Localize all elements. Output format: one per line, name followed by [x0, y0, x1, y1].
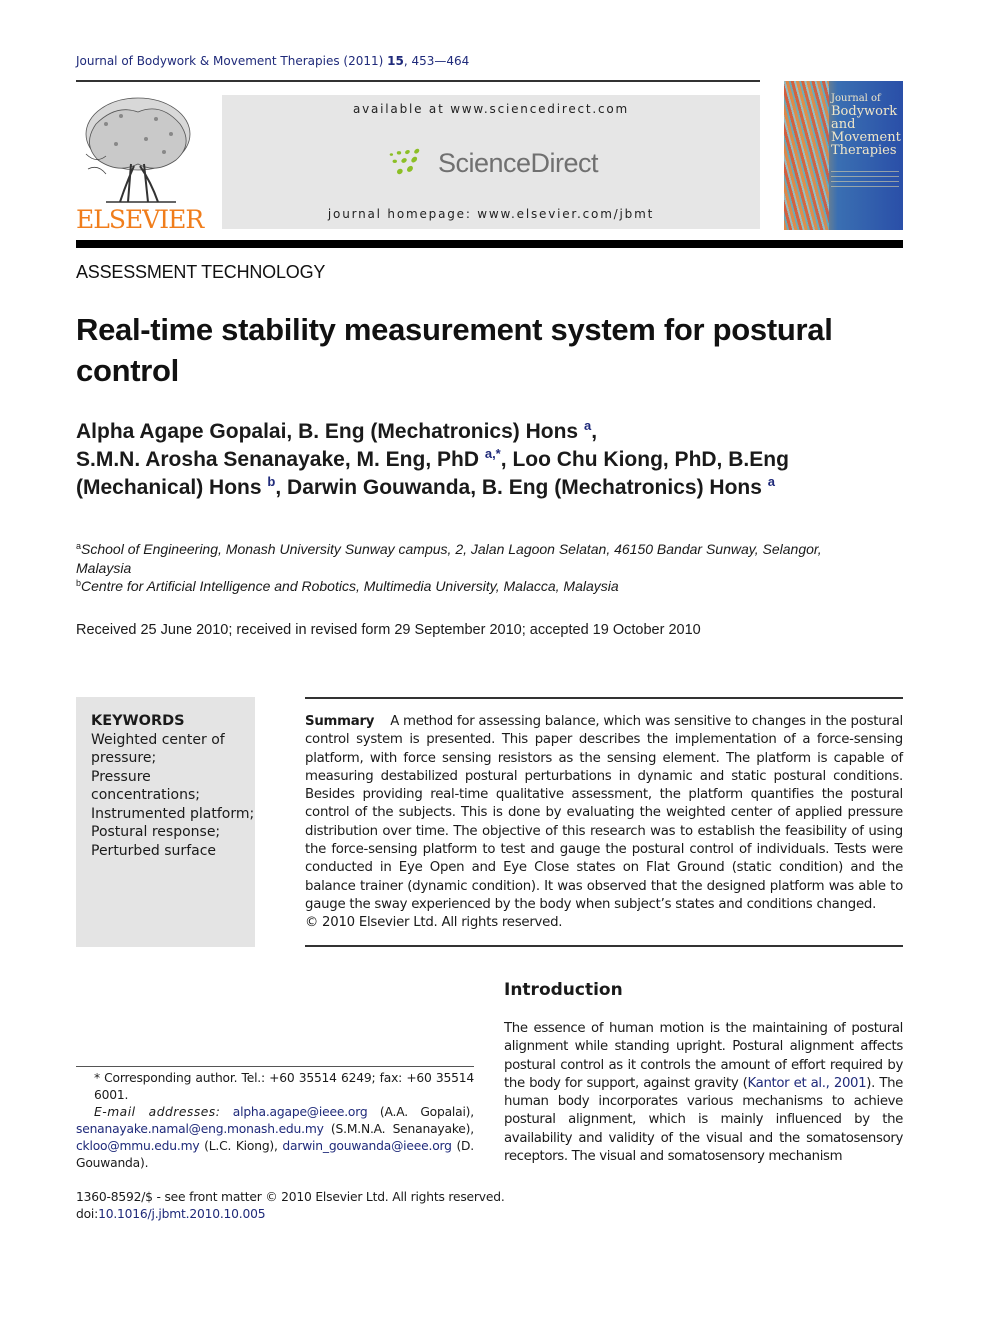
keyword: Pressure concentrations;: [91, 768, 200, 804]
email-link[interactable]: darwin_gouwanda@ieee.org: [282, 1139, 452, 1153]
header-bottom-rule: [76, 240, 903, 248]
corresponding-author-note: * Corresponding author. Tel.: +60 35514 …: [94, 1071, 474, 1102]
author: Alpha Agape Gopalai, B. Eng (Mechatronic…: [76, 418, 598, 443]
keyword: Weighted center of pressure;: [91, 731, 225, 767]
header-top-rule: [76, 80, 760, 82]
journal-pages: 453—464: [411, 54, 470, 68]
cover-subtitle-lines: [831, 171, 899, 191]
abstract-summary: Summary A method for assessing balance, …: [305, 713, 903, 933]
introduction-text: The essence of human motion is the maint…: [504, 1021, 903, 1165]
doi-link[interactable]: 10.1016/j.jbmt.2010.10.005: [98, 1207, 265, 1221]
summary-top-rule: [305, 697, 903, 699]
footnotes: * Corresponding author. Tel.: +60 35514 …: [76, 1070, 474, 1172]
author: Darwin Gouwanda, B. Eng (Mechatronics) H…: [287, 474, 775, 499]
citation-link[interactable]: Kantor et al., 2001: [748, 1076, 867, 1091]
keywords-box: KEYWORDS Weighted center of pressure; Pr…: [76, 697, 255, 947]
cover-artwork: [784, 81, 829, 230]
journal-name: Journal of Bodywork & Movement Therapies: [76, 54, 340, 68]
elsevier-wordmark: ELSEVIER: [76, 205, 204, 234]
author-affiliation-mark[interactable]: a: [768, 474, 775, 489]
affiliations: aSchool of Engineering, Monash Universit…: [76, 540, 836, 596]
email-addresses: E-mail addresses: alpha.agape@ieee.org (…: [76, 1105, 475, 1170]
article-section: ASSESSMENT TECHNOLOGY: [76, 262, 326, 282]
available-at-link[interactable]: available at www.sciencedirect.com: [222, 102, 760, 116]
summary-bottom-rule: [305, 945, 903, 947]
summary-copyright: © 2010 Elsevier Ltd. All rights reserved…: [305, 915, 563, 931]
journal-homepage-link[interactable]: journal homepage: www.elsevier.com/jbmt: [222, 207, 760, 221]
author: S.M.N. Arosha Senanayake, M. Eng, PhD a,…: [76, 446, 507, 471]
affiliation: aSchool of Engineering, Monash Universit…: [76, 541, 822, 576]
summary-label: Summary: [305, 714, 375, 729]
author-list: Alpha Agape Gopalai, B. Eng (Mechatronic…: [76, 418, 906, 502]
journal-year: (2011): [343, 54, 384, 68]
affiliation: bCentre for Artificial Intelligence and …: [76, 578, 619, 594]
summary-text: A method for assessing balance, which wa…: [305, 714, 903, 912]
introduction-heading: Introduction: [504, 980, 623, 1000]
cover-title: Journal of Bodywork and Movement Therapi…: [831, 93, 901, 158]
email-link[interactable]: ckloo@mmu.edu.my: [76, 1139, 200, 1153]
sciencedirect-logo-text: ScienceDirect: [437, 147, 599, 178]
received-dates: Received 25 June 2010; received in revis…: [76, 622, 701, 638]
article-title: Real-time stability measurement system f…: [76, 312, 833, 388]
email-link[interactable]: senanayake.namal@eng.monash.edu.my: [76, 1122, 324, 1136]
keyword: Postural response;: [91, 824, 221, 840]
footnote-rule: [76, 1066, 474, 1067]
sciencedirect-logo[interactable]: ScienceDirect: [388, 143, 599, 183]
journal-cover-image: Journal of Bodywork and Movement Therapi…: [784, 81, 903, 230]
email-link[interactable]: alpha.agape@ieee.org: [233, 1105, 368, 1119]
keyword: Perturbed surface: [91, 842, 217, 859]
email-label: E-mail addresses:: [94, 1105, 221, 1119]
sciencedirect-banner: available at www.sciencedirect.com Scien…: [222, 95, 760, 229]
journal-volume: 15: [387, 54, 404, 68]
issn-copyright: 1360-8592/$ - see front matter © 2010 El…: [76, 1190, 505, 1204]
keyword: Instrumented platform;: [91, 805, 255, 822]
sciencedirect-dots-icon: [389, 148, 420, 175]
doi-line: doi:10.1016/j.jbmt.2010.10.005: [76, 1207, 266, 1221]
front-matter: 1360-8592/$ - see front matter © 2010 El…: [76, 1189, 505, 1223]
keywords-title: KEYWORDS: [91, 713, 185, 729]
author-affiliation-mark[interactable]: a,*: [485, 446, 501, 461]
journal-citation[interactable]: Journal of Bodywork & Movement Therapies…: [76, 54, 469, 68]
